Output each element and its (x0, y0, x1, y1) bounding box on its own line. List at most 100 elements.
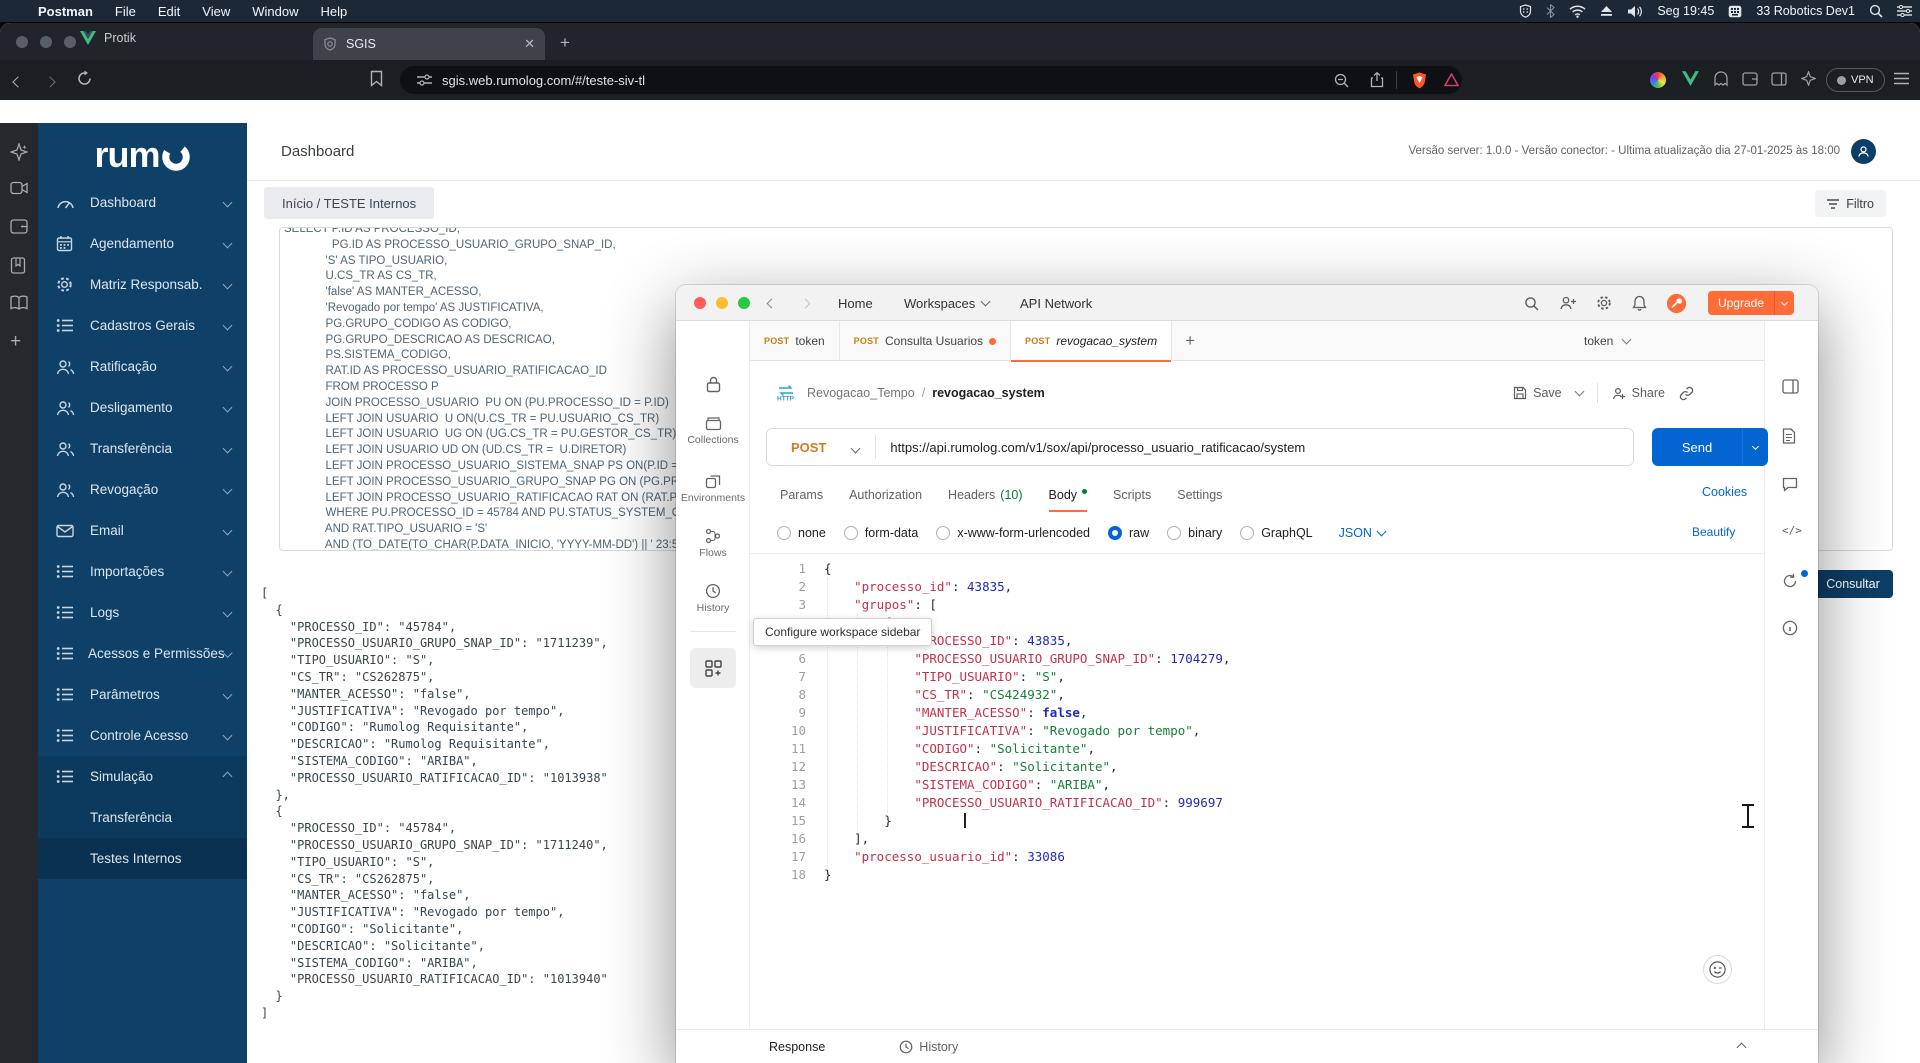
window-zoom-button[interactable] (64, 36, 76, 48)
reload-icon[interactable] (76, 70, 93, 87)
send-button[interactable]: Send (1652, 428, 1768, 466)
postbot-icon[interactable] (1703, 955, 1732, 984)
window-close-button[interactable] (16, 36, 28, 48)
sidebar-toggle-icon[interactable] (1771, 72, 1787, 86)
method-selector[interactable]: POST (791, 440, 826, 455)
video-call-icon[interactable] (10, 181, 28, 195)
collection-name[interactable]: Revogacao_Tempo (807, 386, 915, 400)
share-icon[interactable] (1370, 72, 1384, 88)
nav-api-network[interactable]: API Network (1020, 285, 1092, 321)
sidebar-item-importa-es[interactable]: Importações (38, 551, 247, 592)
url-bar[interactable]: sgis.web.rumolog.com/#/teste-siv-tl (400, 66, 1462, 94)
window-minimize-button[interactable] (40, 36, 52, 48)
breadcrumb[interactable]: Início / TESTE Internos (264, 187, 435, 219)
copy-link-icon[interactable] (1679, 386, 1694, 401)
wallet-icon[interactable] (1742, 72, 1758, 86)
postman-logo-icon[interactable] (1666, 285, 1687, 321)
menubar-clock[interactable]: Seg 19:45 (1657, 4, 1714, 18)
comments-icon[interactable] (1782, 477, 1798, 492)
forward-icon[interactable] (44, 73, 56, 91)
rumo-logo[interactable]: rum (38, 123, 247, 186)
sidebar-item-matriz-responsab-[interactable]: Matriz Responsab. (38, 264, 247, 305)
menu-window[interactable]: Window (252, 4, 298, 19)
sidebar-subitem-transfer-ncia[interactable]: Transferência (38, 797, 247, 838)
upgrade-button[interactable]: Upgrade (1707, 291, 1794, 315)
settings-gear-icon[interactable] (1596, 285, 1612, 321)
bookmarks-panel-icon[interactable] (10, 257, 26, 274)
user-avatar[interactable] (1851, 139, 1876, 164)
menu-view[interactable]: View (202, 4, 230, 19)
layout-panel-icon[interactable] (1782, 379, 1799, 394)
code-snippet-icon[interactable]: </> (1782, 524, 1802, 537)
postman-tab-revogacao-system[interactable]: POST revogacao_system (1011, 321, 1173, 362)
menu-file[interactable]: File (115, 4, 136, 19)
search-icon[interactable] (1524, 285, 1539, 321)
postman-minimize-button[interactable] (716, 297, 728, 309)
body-mode-raw[interactable]: raw (1108, 526, 1149, 540)
req-tab-scripts[interactable]: Scripts (1113, 478, 1151, 512)
back-icon[interactable] (12, 73, 24, 91)
sidebar-item-simula-o[interactable]: Simulação (38, 756, 247, 797)
postman-tab-consulta-usuarios[interactable]: POST Consulta Usuarios (840, 321, 1012, 361)
volume-icon[interactable] (1627, 5, 1643, 18)
postman-close-button[interactable] (694, 297, 706, 309)
control-center-icon[interactable] (1897, 5, 1912, 17)
filter-button[interactable]: Filtro (1815, 190, 1886, 217)
cookies-link[interactable]: Cookies (1702, 485, 1747, 499)
rail-item-flows[interactable]: Flows (676, 528, 750, 559)
leo-ai-icon[interactable] (10, 143, 28, 161)
brave-shield-icon[interactable] (1412, 72, 1427, 89)
tab-close-icon[interactable]: ✕ (524, 36, 535, 52)
body-mode-GraphQL[interactable]: GraphQL (1240, 526, 1313, 540)
save-dropdown-icon[interactable] (1574, 386, 1585, 397)
brave-rewards-icon[interactable] (1444, 73, 1459, 87)
sidebar-item-email[interactable]: Email (38, 510, 247, 551)
info-icon[interactable] (1782, 620, 1798, 636)
rail-item-history[interactable]: History (676, 583, 750, 614)
sidebar-item-transfer-ncia[interactable]: Transferência (38, 428, 247, 469)
postman-back-icon[interactable] (766, 285, 777, 321)
wallet-panel-icon[interactable] (10, 219, 28, 234)
sidebar-item-cadastros-gerais[interactable]: Cadastros Gerais (38, 305, 247, 346)
browser-profile-chip[interactable]: Protik (80, 31, 136, 45)
req-tab-authorization[interactable]: Authorization (849, 478, 922, 512)
bluetooth-icon[interactable] (1546, 4, 1556, 18)
postman-forward-icon[interactable] (800, 285, 811, 321)
editor-code[interactable]: { "processo_id": 43835, "grupos": [ { "P… (824, 560, 1230, 884)
req-tab-body[interactable]: Body (1048, 478, 1088, 512)
new-request-tab-button[interactable]: + (1172, 321, 1208, 361)
invite-user-icon[interactable] (1560, 285, 1577, 321)
sidebar-item-ratifica-o[interactable]: Ratificação (38, 346, 247, 387)
request-name[interactable]: revogacao_system (932, 386, 1045, 400)
brave-leo-icon[interactable] (1801, 71, 1816, 86)
expand-response-icon[interactable] (1736, 1040, 1747, 1054)
response-history-button[interactable]: History (899, 1040, 958, 1054)
sidebar-item-controle-acesso[interactable]: Controle Acesso (38, 715, 247, 756)
sidebar-item-agendamento[interactable]: Agendamento (38, 223, 247, 264)
response-bar[interactable]: Response History (676, 1029, 1818, 1063)
sidebar-subitem-testes-internos[interactable]: Testes Internos (38, 838, 247, 879)
vpn-button[interactable]: VPN (1826, 68, 1885, 92)
sidebar-item-par-metros[interactable]: Parâmetros (38, 674, 247, 715)
browser-menu-icon[interactable] (1894, 72, 1909, 85)
vault-lock-icon[interactable] (676, 376, 750, 393)
wifi-icon[interactable] (1569, 5, 1586, 18)
nav-home[interactable]: Home (838, 285, 873, 321)
rail-item-collections[interactable]: Collections (676, 416, 750, 446)
status-shield-icon[interactable] (1519, 4, 1532, 18)
body-mode-form-data[interactable]: form-data (843, 526, 918, 540)
req-tab-settings[interactable]: Settings (1177, 478, 1222, 512)
spotlight-search-icon[interactable] (1869, 4, 1883, 18)
upgrade-dropdown-icon[interactable] (1774, 291, 1794, 315)
browser-tab-sgis[interactable]: SGIS ✕ (313, 28, 545, 60)
beautify-link[interactable]: Beautify (1692, 525, 1735, 539)
extension-ghost-icon[interactable] (1713, 71, 1729, 87)
language-selector[interactable]: JSON (1339, 526, 1387, 540)
configure-sidebar-button[interactable] (690, 648, 736, 688)
request-url-input[interactable]: https://api.rumolog.com/v1/sox/api/proce… (890, 440, 1305, 455)
req-tab-params[interactable]: Params (780, 478, 823, 512)
body-mode-none[interactable]: none (777, 526, 826, 540)
body-mode-binary[interactable]: binary (1167, 526, 1222, 540)
postman-zoom-button[interactable] (738, 297, 750, 309)
menubar-app-name[interactable]: Postman (38, 4, 93, 19)
